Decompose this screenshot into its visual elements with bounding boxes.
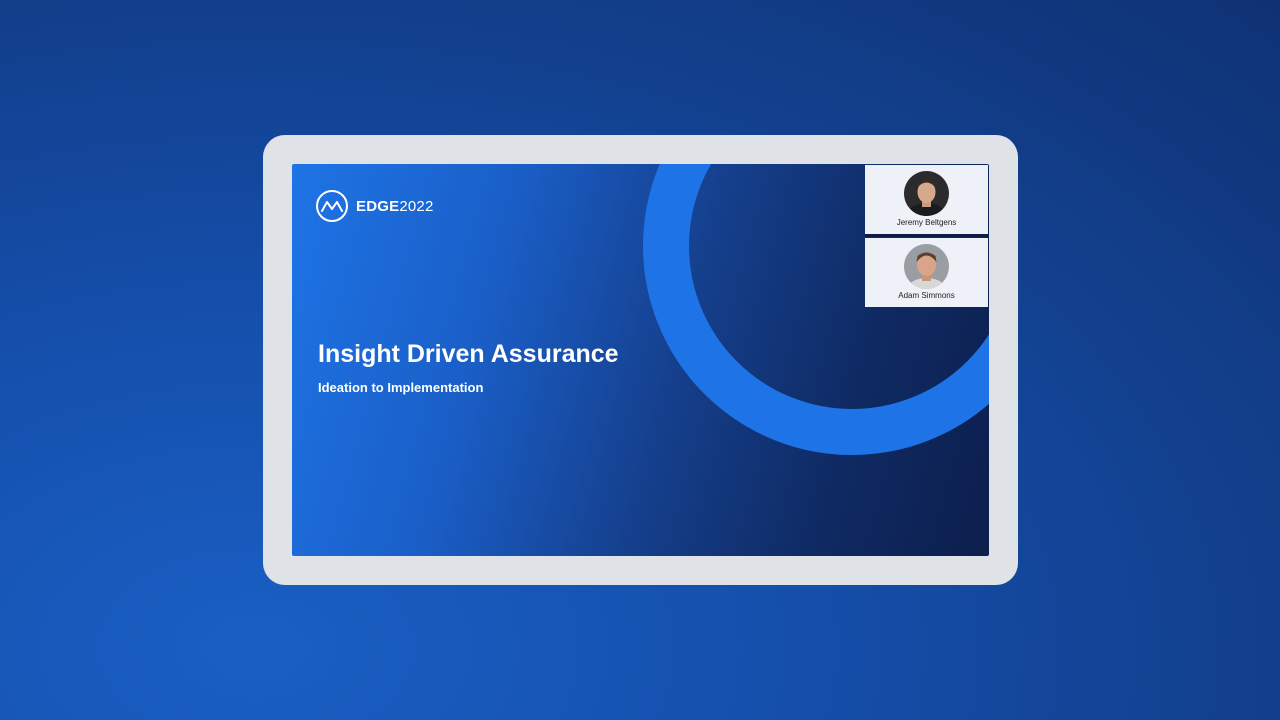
slide-title: Insight Driven Assurance <box>318 340 619 368</box>
avatar-photo <box>904 171 949 216</box>
slide-subtitle: Ideation to Implementation <box>318 380 484 395</box>
brand-name-year: 2022 <box>399 197 434 215</box>
participant-tile[interactable]: Adam Simmons <box>865 238 988 307</box>
participant-name: Jeremy Beltgens <box>896 218 957 227</box>
brand-name: EDGE2022 <box>356 198 433 215</box>
participant-name: Adam Simmons <box>898 291 955 300</box>
brand-logo: EDGE2022 <box>316 190 433 222</box>
participant-tile[interactable]: Jeremy Beltgens <box>865 165 988 234</box>
brand-name-bold: EDGE <box>356 197 400 215</box>
avatar-photo <box>904 244 949 289</box>
participants-divider <box>865 234 988 237</box>
edge-logo-icon <box>316 190 348 222</box>
